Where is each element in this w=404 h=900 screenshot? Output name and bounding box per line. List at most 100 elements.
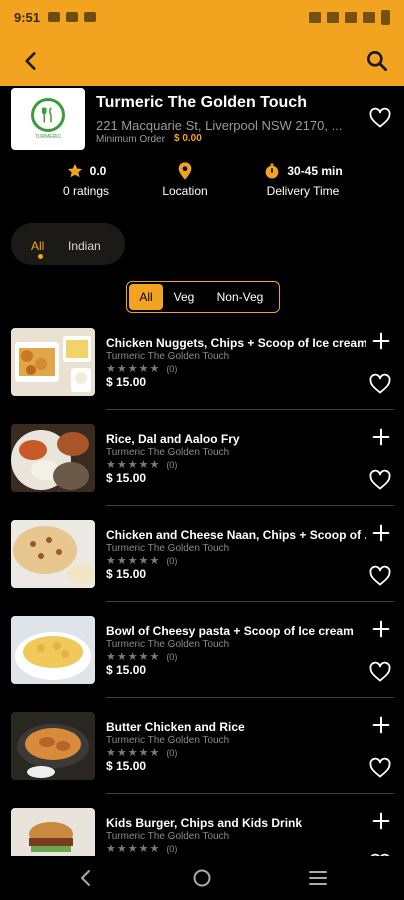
item-price: $ 15.00: [106, 567, 147, 581]
notification-icon: [84, 12, 97, 22]
item-rating-count: (0): [166, 651, 178, 662]
food-image: [11, 808, 95, 856]
item-price: $ 15.00: [106, 663, 147, 677]
item-restaurant: Turmeric The Golden Touch: [106, 351, 230, 362]
favorite-heart-icon[interactable]: [368, 756, 392, 780]
item-rating: ★★★★★ (0): [106, 842, 177, 855]
vibrate-icon: [309, 11, 321, 23]
rating-count-label: 0 ratings: [62, 184, 110, 198]
food-image: [11, 616, 95, 684]
add-item-icon[interactable]: [370, 618, 392, 640]
menu-item[interactable]: Chicken Nuggets, Chips + Scoop of Ice cr…: [0, 324, 404, 420]
nav-back-icon[interactable]: [74, 866, 98, 890]
logo-emblem: [31, 98, 65, 132]
favorite-heart-icon[interactable]: [368, 660, 392, 684]
logo-text: TURMERIC: [34, 134, 62, 140]
food-image: [11, 424, 95, 492]
active-tab-indicator: [38, 254, 43, 259]
menu-item[interactable]: Bowl of Cheesy pasta + Scoop of Ice crea…: [0, 612, 404, 708]
item-price: $ 15.00: [106, 375, 147, 389]
restaurant-logo: TURMERIC: [11, 88, 85, 150]
filter-nonveg-button[interactable]: Non-Veg: [205, 284, 275, 310]
menu-item[interactable]: Rice, Dal and Aaloo Fry Turmeric The Gol…: [0, 420, 404, 516]
add-item-icon[interactable]: [370, 426, 392, 448]
item-name: Kids Burger, Chips and Kids Drink: [106, 816, 303, 830]
item-name: Butter Chicken and Rice: [106, 720, 245, 734]
system-nav-bar: [0, 856, 404, 900]
add-item-icon[interactable]: [370, 714, 392, 736]
timer-icon: [265, 163, 279, 179]
menu-item[interactable]: Chicken and Cheese Naan, Chips + Scoop o…: [0, 516, 404, 612]
food-image: [11, 712, 95, 780]
filter-all-button[interactable]: All: [129, 284, 163, 310]
diet-filter: All Veg Non-Veg: [126, 281, 280, 313]
item-rating: ★★★★★ (0): [106, 362, 177, 375]
favorite-heart-icon[interactable]: [368, 564, 392, 588]
item-rating-count: (0): [166, 555, 178, 566]
item-name: Chicken Nuggets, Chips + Scoop of Ice cr…: [106, 336, 366, 350]
system-icons: [309, 9, 390, 25]
nav-home-icon[interactable]: [190, 866, 214, 890]
add-item-icon[interactable]: [370, 522, 392, 544]
item-restaurant: Turmeric The Golden Touch: [106, 447, 230, 458]
delivery-stat: 30-45 min Delivery Time: [256, 160, 350, 198]
item-rating: ★★★★★ (0): [106, 746, 177, 759]
battery-icon: [381, 9, 390, 25]
back-icon[interactable]: [18, 48, 44, 74]
delivery-time-value: 30-45 min: [287, 164, 343, 178]
filter-veg-button[interactable]: Veg: [163, 284, 205, 310]
item-restaurant: Turmeric The Golden Touch: [106, 831, 230, 842]
wifi-icon: [327, 11, 339, 23]
cuisine-tabs: All Indian: [11, 223, 125, 265]
item-name: Bowl of Cheesy pasta + Scoop of Ice crea…: [106, 624, 354, 638]
notification-icons: [48, 12, 97, 22]
item-rating: ★★★★★ (0): [106, 650, 177, 663]
menu-item[interactable]: Kids Burger, Chips and Kids Drink Turmer…: [0, 804, 404, 856]
item-rating-count: (0): [166, 459, 178, 470]
food-image: [11, 520, 95, 588]
item-rating: ★★★★★ (0): [106, 554, 177, 567]
food-image: [11, 328, 95, 396]
location-pin-icon: [178, 162, 192, 180]
status-time: 9:51: [14, 9, 41, 25]
item-name: Rice, Dal and Aaloo Fry: [106, 432, 240, 446]
delivery-time-label: Delivery Time: [266, 184, 340, 198]
item-name: Chicken and Cheese Naan, Chips + Scoop o…: [106, 528, 366, 542]
item-divider: [106, 697, 394, 698]
min-order-label: Minimum Order: [96, 134, 165, 145]
star-rating-icon: ★★★★★: [106, 459, 161, 471]
item-rating-count: (0): [166, 363, 178, 374]
item-rating-count: (0): [166, 843, 178, 854]
cuisine-tab-indian[interactable]: Indian: [68, 239, 101, 253]
item-divider: [106, 601, 394, 602]
item-restaurant: Turmeric The Golden Touch: [106, 543, 230, 554]
star-rating-icon: ★★★★★: [106, 555, 161, 567]
location-label: Location: [162, 184, 208, 198]
star-rating-icon: ★★★★★: [106, 843, 161, 855]
star-rating-icon: ★★★★★: [106, 747, 161, 759]
add-item-icon[interactable]: [370, 330, 392, 352]
star-rating-icon: ★★★★★: [106, 651, 161, 663]
item-divider: [106, 409, 394, 410]
min-order-value: $ 0.00: [174, 133, 202, 144]
rating-stat: 0.0 0 ratings: [46, 160, 126, 198]
item-restaurant: Turmeric The Golden Touch: [106, 735, 230, 746]
restaurant-stats: 0.0 0 ratings Location 30-45 min Deliver…: [0, 160, 404, 202]
cuisine-tab-all[interactable]: All: [31, 239, 44, 253]
add-item-icon[interactable]: [370, 810, 392, 832]
favorite-heart-icon[interactable]: [368, 468, 392, 492]
favorite-heart-icon[interactable]: [368, 372, 392, 396]
location-stat[interactable]: Location: [150, 160, 220, 198]
menu-item[interactable]: Butter Chicken and Rice Turmeric The Gol…: [0, 708, 404, 804]
item-restaurant: Turmeric The Golden Touch: [106, 639, 230, 650]
search-icon[interactable]: [364, 48, 390, 74]
item-rating-count: (0): [166, 747, 178, 758]
star-icon: [67, 163, 82, 178]
nav-menu-icon[interactable]: [306, 866, 330, 890]
star-rating-icon: ★★★★★: [106, 363, 161, 375]
item-rating: ★★★★★ (0): [106, 458, 177, 471]
restaurant-name: Turmeric The Golden Touch: [96, 94, 307, 111]
rating-value: 0.0: [89, 164, 107, 178]
favorite-heart-icon[interactable]: [368, 106, 392, 130]
restaurant-header: TURMERIC Turmeric The Golden Touch 221 M…: [0, 86, 404, 152]
